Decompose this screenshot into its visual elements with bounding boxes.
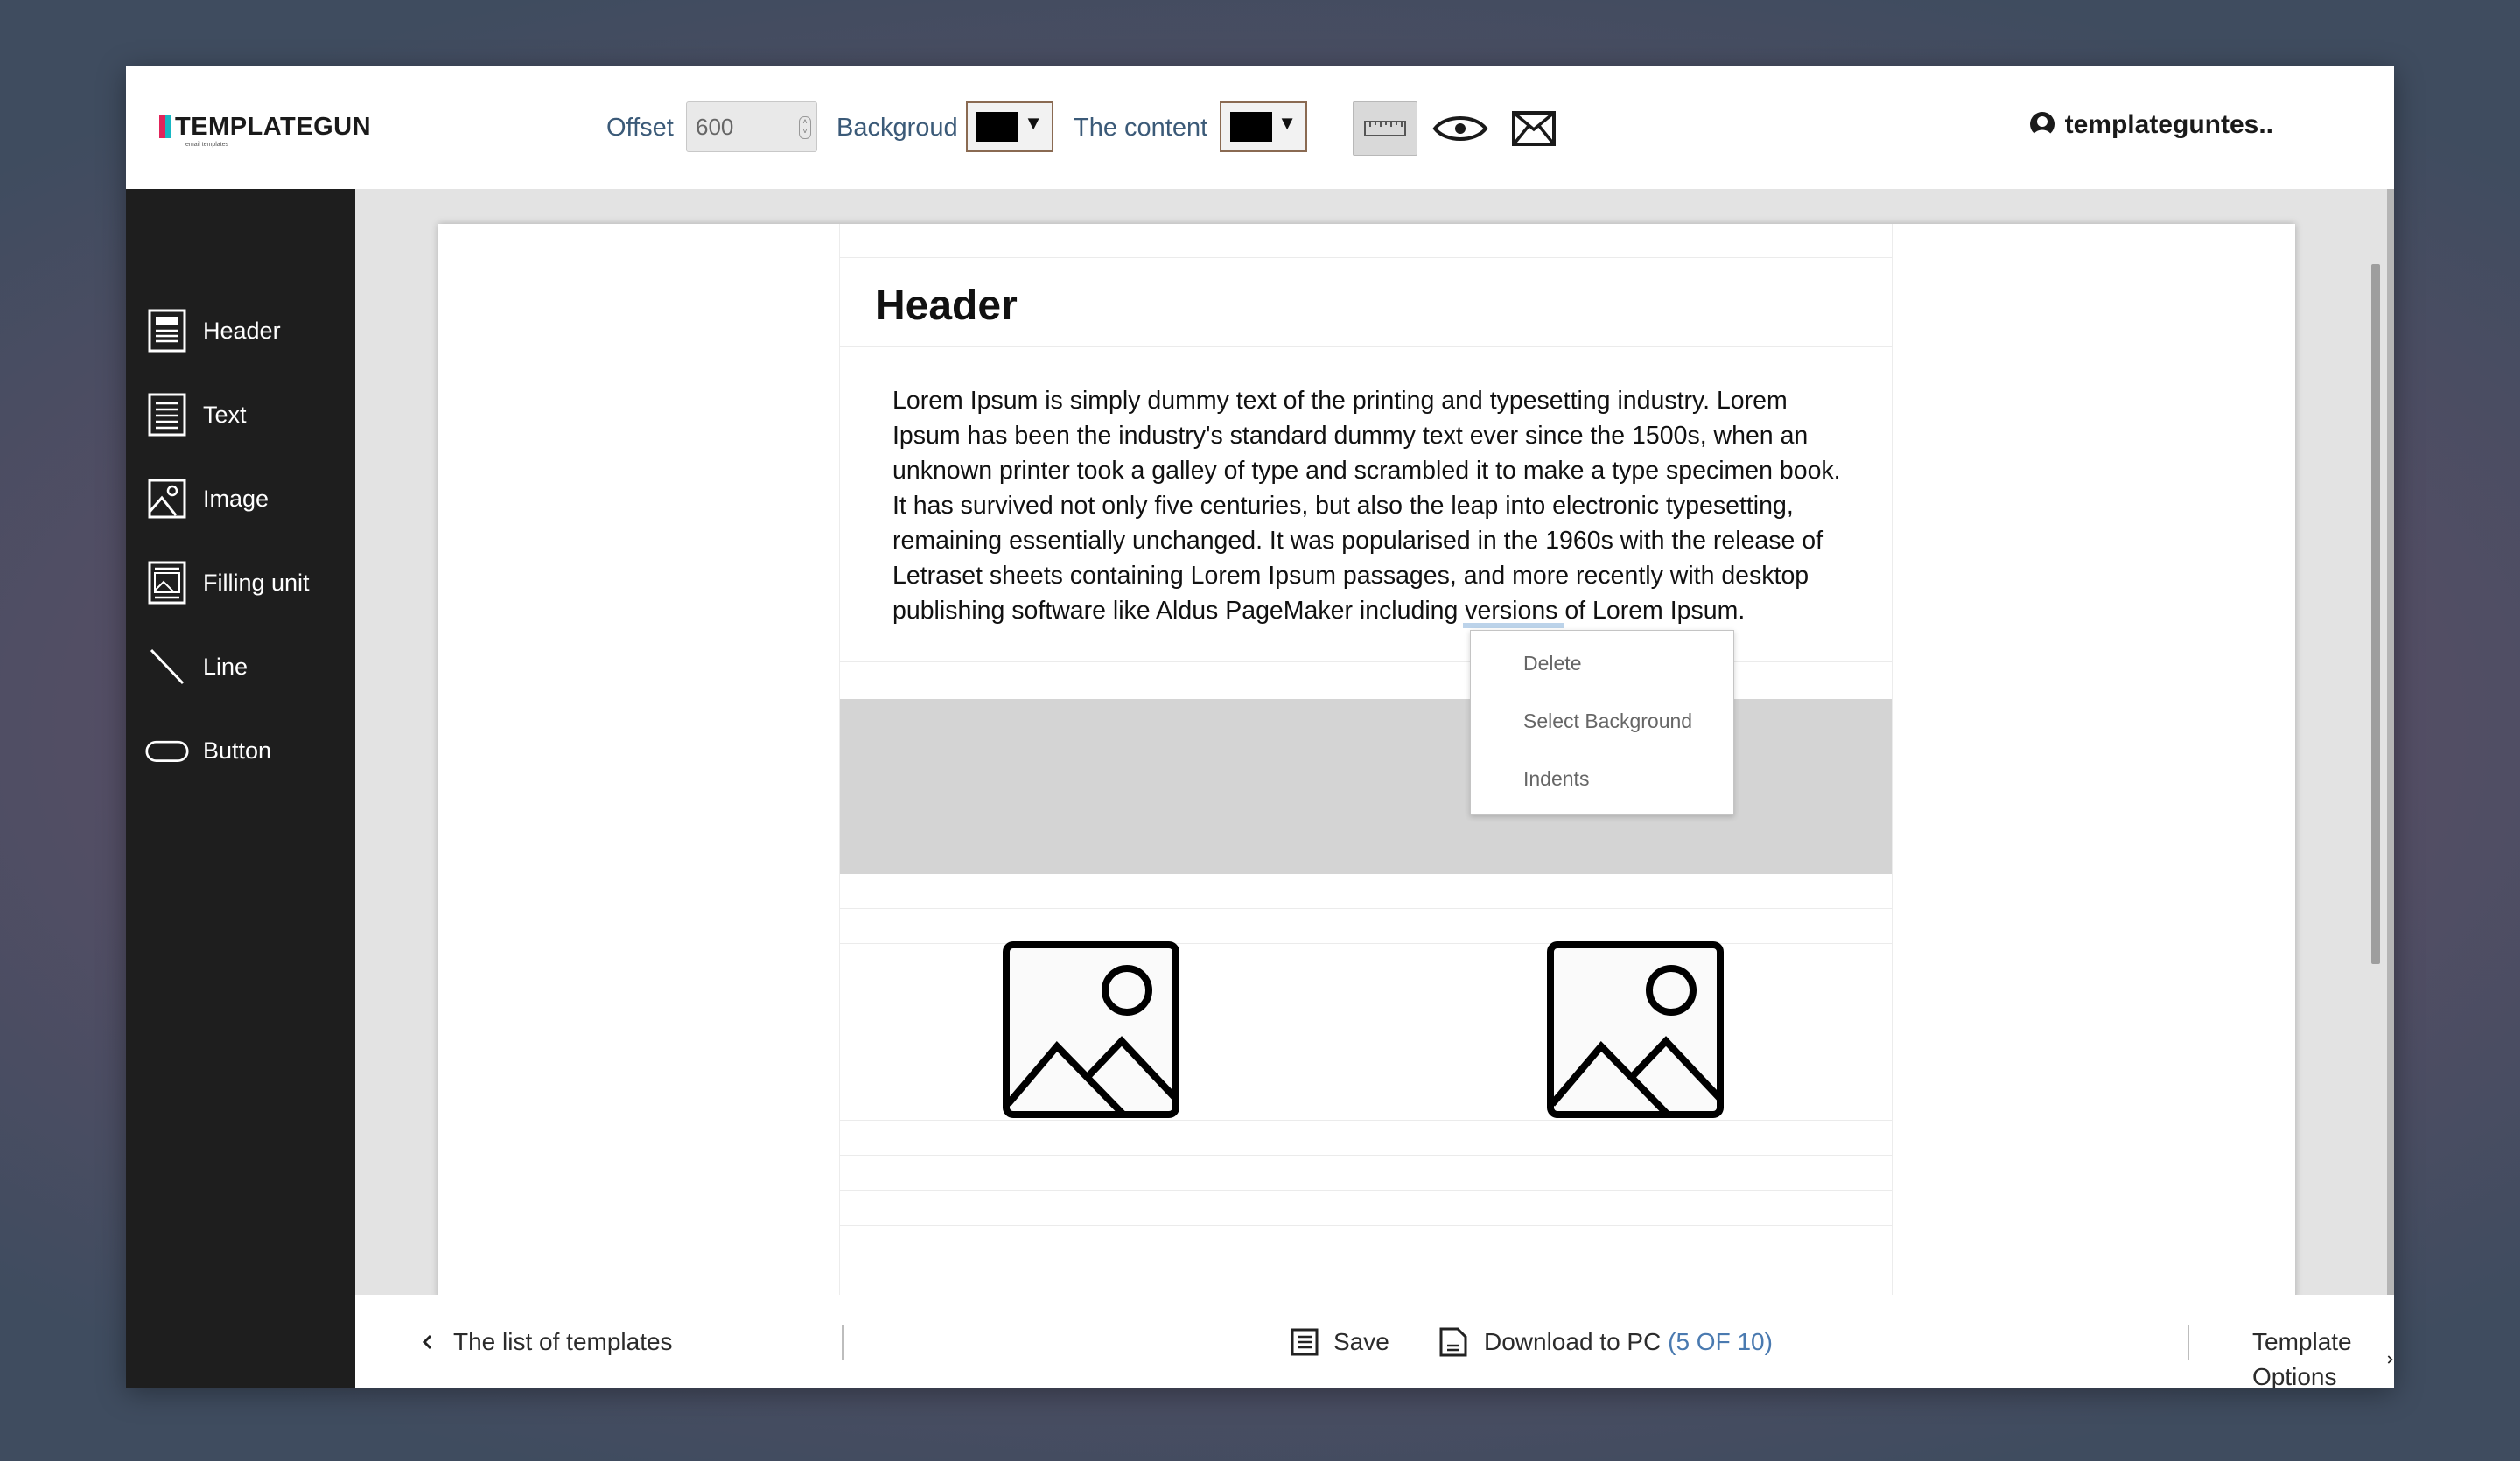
sidebar-item-button[interactable]: Button [145, 726, 346, 775]
sidebar-item-label: Filling unit [203, 569, 310, 596]
sidebar-item-label: Line [203, 653, 248, 680]
sidebar-item-label: Button [203, 737, 272, 764]
ruler-icon [1364, 121, 1406, 136]
background-color-select[interactable]: ▼ [966, 101, 1054, 152]
content-color-select[interactable]: ▼ [1220, 101, 1307, 152]
templates-list-label: The list of templates [453, 1328, 673, 1355]
offset-input[interactable]: 600 ˄ ˅ [686, 101, 817, 152]
top-toolbar: TEMPLATEGUN email templates Offset 600 ˄… [126, 66, 2394, 189]
download-button[interactable]: Download to PC (5 OF 10) [1438, 1325, 1773, 1360]
filling-unit-icon [145, 558, 189, 607]
download-label: Download to PC [1484, 1328, 1662, 1355]
offset-label: Offset [606, 114, 674, 142]
dropdown-arrow-icon: ▼ [1024, 112, 1043, 134]
offset-value: 600 [696, 114, 734, 140]
header-block[interactable]: Header [875, 280, 1018, 332]
text-line: remaining essentially unchanged. It was … [892, 527, 1824, 555]
stepper-icon[interactable]: ˄ ˅ [799, 116, 811, 139]
dropdown-arrow-icon: ▼ [1278, 112, 1297, 134]
sidebar-item-label: Header [203, 317, 281, 344]
user-icon [2029, 112, 2054, 136]
sidebar-item-label: Image [203, 485, 270, 512]
username: templateguntes.. [2064, 110, 2273, 139]
block-divider [840, 1190, 1892, 1191]
logo-mark-icon [159, 115, 172, 138]
text-line: Lorem Ipsum is simply dummy text of the … [892, 387, 1788, 415]
divider [2188, 1325, 2189, 1360]
image-block-icon [145, 474, 189, 523]
block-divider [840, 1225, 1892, 1226]
text-block[interactable]: Lorem Ipsum is simply dummy text of the … [892, 383, 1846, 628]
sidebar-item-label: Text [203, 401, 247, 428]
app-window: TEMPLATEGUN email templates Offset 600 ˄… [126, 66, 2394, 1388]
block-divider [840, 1120, 1892, 1121]
header-block-icon [145, 306, 189, 355]
brand-name: TEMPLATEGUN [175, 113, 372, 141]
block-sidebar: Header Text Image Filling unit Line Butt… [126, 189, 355, 1388]
sidebar-item-text[interactable]: Text [145, 390, 346, 439]
save-button[interactable]: Save [1290, 1325, 1390, 1360]
ruler-button[interactable] [1353, 101, 1418, 156]
template-options-link[interactable]: Template Options [2252, 1325, 2394, 1388]
envelope-icon [1512, 111, 1556, 146]
download-count: (5 OF 10) [1668, 1328, 1773, 1355]
sidebar-item-line[interactable]: Line [145, 642, 346, 691]
editor-canvas: Header Lorem Ipsum is simply dummy text … [355, 189, 2394, 1295]
context-menu: Delete Select Background Indents [1470, 630, 1734, 815]
canvas-scrollbar[interactable] [2387, 189, 2394, 1295]
brand-tagline: email templates [186, 142, 229, 148]
text-selection-highlight [1463, 623, 1564, 628]
template-document: Header Lorem Ipsum is simply dummy text … [438, 224, 2380, 1295]
block-divider [840, 943, 1892, 944]
text-block-icon [145, 390, 189, 439]
button-icon [145, 726, 189, 775]
background-color-swatch [976, 112, 1018, 142]
text-line: Ipsum has been the industry's standard d… [892, 422, 1809, 450]
block-divider [840, 346, 1892, 347]
text-line: It has survived not only five centuries,… [892, 492, 1794, 520]
block-divider [840, 257, 1892, 258]
chevron-right-icon [2387, 1355, 2393, 1364]
sidebar-item-image[interactable]: Image [145, 474, 346, 523]
eye-icon [1432, 116, 1488, 141]
templates-list-link[interactable]: The list of templates [420, 1325, 673, 1360]
block-divider [840, 908, 1892, 909]
image-placeholder-icon [1547, 941, 1724, 1118]
send-email-button[interactable] [1502, 101, 1566, 156]
save-icon [1291, 1328, 1319, 1356]
content-label: The content [1074, 114, 1208, 142]
block-divider [840, 1155, 1892, 1156]
save-label: Save [1334, 1328, 1390, 1355]
logo[interactable]: TEMPLATEGUN email templates [159, 112, 372, 148]
image-placeholder[interactable] [1547, 941, 1724, 1118]
menu-item-delete[interactable]: Delete [1523, 650, 1581, 676]
content-column: Header Lorem Ipsum is simply dummy text … [839, 224, 1893, 1295]
sidebar-item-header[interactable]: Header [145, 306, 346, 355]
chevron-left-icon [422, 1334, 432, 1350]
image-placeholder-icon [1003, 941, 1180, 1118]
download-file-icon [1439, 1327, 1467, 1357]
text-line: publishing software like Aldus PageMaker… [892, 597, 1746, 625]
preview-button[interactable] [1428, 101, 1493, 156]
line-icon [145, 642, 189, 691]
image-placeholder[interactable] [1003, 941, 1180, 1118]
menu-item-indents[interactable]: Indents [1523, 765, 1589, 792]
user-account[interactable]: templateguntes.. [2028, 110, 2273, 140]
text-line: unknown printer took a galley of type an… [892, 457, 1841, 485]
text-line: Letraset sheets containing Lorem Ipsum p… [892, 562, 1810, 590]
document-scrollbar[interactable] [2371, 264, 2380, 964]
content-color-swatch [1230, 112, 1272, 142]
template-options-label: Template Options [2252, 1328, 2352, 1388]
sidebar-item-filling-unit[interactable]: Filling unit [145, 558, 346, 607]
background-label: Backgroud [836, 114, 958, 142]
menu-item-select-background[interactable]: Select Background [1523, 708, 1692, 734]
divider [842, 1325, 844, 1360]
bottom-bar: The list of templates Save Download to P… [355, 1295, 2394, 1388]
